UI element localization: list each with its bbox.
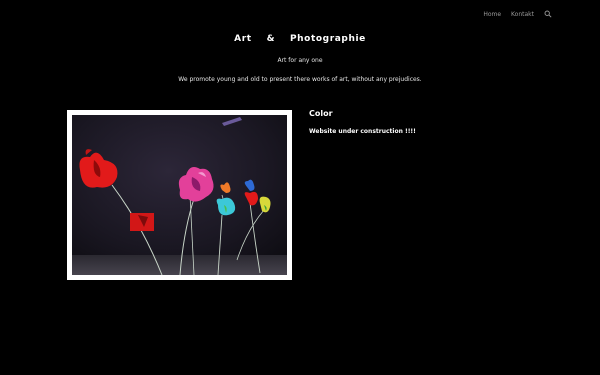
- artwork-image: [67, 110, 292, 280]
- construction-notice: Website under construction !!!!: [309, 128, 416, 135]
- page: Home Kontakt Art & Photographie Art for …: [0, 0, 600, 375]
- nav-kontakt-link[interactable]: Kontakt: [511, 11, 534, 18]
- top-nav: Home Kontakt: [483, 10, 552, 18]
- mission-statement: We promote young and old to present ther…: [178, 76, 422, 83]
- nav-home-link[interactable]: Home: [483, 11, 501, 18]
- site-tagline: Art for any one: [277, 57, 323, 64]
- section-heading-color: Color: [309, 109, 333, 118]
- search-icon[interactable]: [544, 10, 552, 18]
- site-title: Art & Photographie: [234, 34, 366, 44]
